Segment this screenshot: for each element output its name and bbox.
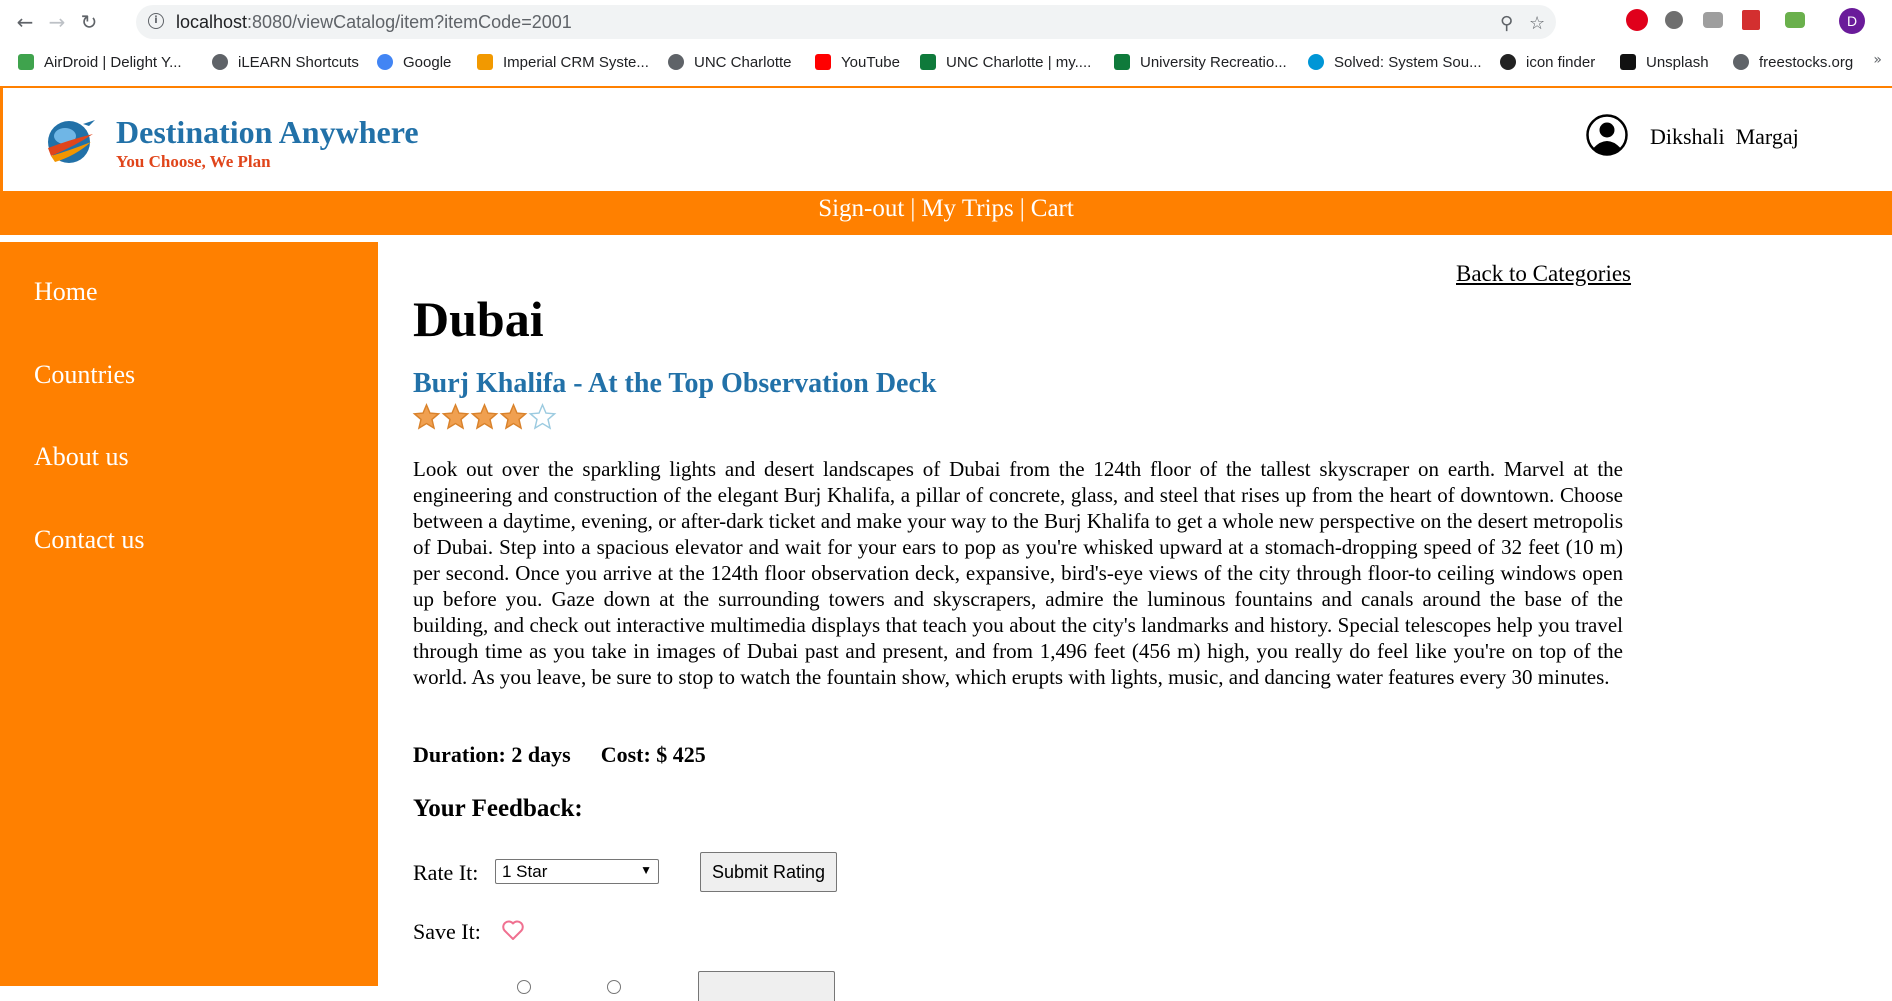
globe-icon	[668, 54, 684, 70]
crm-icon	[477, 54, 493, 70]
address-bar-url[interactable]: localhost:8080/viewCatalog/item?itemCode…	[176, 12, 572, 33]
globe-icon	[1733, 54, 1749, 70]
rating-select[interactable]: 1 Star ▼	[495, 859, 659, 884]
camera-icon	[1620, 54, 1636, 70]
pdf-extension-icon[interactable]	[1742, 10, 1760, 30]
sidebar-item-countries[interactable]: Countries	[34, 360, 135, 390]
hp-icon	[1308, 54, 1324, 70]
zoom-icon[interactable]: ⚲	[1500, 13, 1513, 34]
user-avatar-icon[interactable]	[1586, 114, 1628, 156]
extension-check-icon[interactable]	[1785, 12, 1805, 28]
bookmark-unc-my[interactable]: UNC Charlotte | my....	[920, 52, 1091, 72]
rating-select-value: 1 Star	[502, 862, 548, 881]
bookmark-label: AirDroid | Delight Y...	[44, 53, 182, 71]
rating-stars	[412, 402, 557, 432]
address-bar[interactable]: i localhost:8080/viewCatalog/item?itemCo…	[136, 5, 1556, 39]
bookmarks-bar: AirDroid | Delight Y... iLEARN Shortcuts…	[0, 46, 1892, 78]
bookmark-label: iLEARN Shortcuts	[238, 53, 359, 71]
bookmark-google[interactable]: Google	[377, 52, 451, 72]
sidebar-item-contact-us[interactable]: Contact us	[34, 525, 145, 555]
reload-icon[interactable]: ↻	[76, 9, 102, 35]
globe-logo-icon	[48, 120, 95, 163]
submit-rating-button[interactable]: Submit Rating	[700, 852, 837, 892]
rate-label: Rate It:	[413, 860, 479, 885]
unc-icon	[920, 54, 936, 70]
bookmark-crm[interactable]: Imperial CRM Syste...	[477, 52, 649, 72]
iconfinder-icon	[1500, 54, 1516, 70]
bookmark-label: Imperial CRM Syste...	[503, 53, 649, 71]
airdroid-icon	[18, 54, 34, 70]
site-header: Destination Anywhere You Choose, We Plan…	[0, 88, 1892, 191]
sidebar: Home Countries About us Contact us	[0, 242, 378, 986]
star-filled-icon	[441, 403, 470, 430]
profile-avatar[interactable]: D	[1839, 8, 1865, 34]
globe-icon	[212, 54, 228, 70]
opera-extension-icon[interactable]	[1626, 9, 1648, 31]
browser-chrome: ← → ↻ i localhost:8080/viewCatalog/item?…	[0, 0, 1892, 87]
bookmark-label: icon finder	[1526, 53, 1596, 71]
extension-circle-icon[interactable]	[1665, 11, 1683, 29]
bookmark-label: freestocks.org	[1759, 53, 1854, 71]
user-name: Dikshali Margaj	[1650, 124, 1799, 150]
dropdown-arrow-icon: ▼	[640, 863, 652, 877]
cart-link[interactable]: Cart	[1031, 195, 1074, 222]
unc-icon	[1114, 54, 1130, 70]
top-nav-bar: Sign-out | My Trips | Cart	[0, 191, 1892, 235]
forward-arrow-icon[interactable]: →	[44, 9, 70, 35]
signout-link[interactable]: Sign-out	[818, 195, 904, 222]
heart-icon[interactable]	[501, 919, 525, 941]
bookmark-unc-charlotte[interactable]: UNC Charlotte	[668, 52, 792, 72]
bookmark-label: University Recreatio...	[1140, 53, 1287, 71]
back-to-categories-link[interactable]: Back to Categories	[1456, 261, 1631, 287]
save-label: Save It:	[413, 919, 481, 944]
sidebar-item-about-us[interactable]: About us	[34, 442, 129, 472]
url-path: :8080/viewCatalog/item?itemCode=2001	[247, 12, 572, 32]
sidebar-item-home[interactable]: Home	[34, 277, 98, 307]
star-filled-icon	[412, 403, 441, 430]
bookmark-icon-finder[interactable]: icon finder	[1500, 52, 1595, 72]
bookmark-label: UNC Charlotte	[694, 53, 792, 71]
bookmark-airdroid[interactable]: AirDroid | Delight Y...	[18, 52, 182, 72]
star-empty-icon	[528, 403, 557, 430]
item-meta: Duration: 2 days Cost: $ 425	[413, 742, 706, 768]
visited-radio-no[interactable]	[607, 980, 621, 994]
bookmark-label: Unsplash	[1646, 53, 1709, 71]
brand-tagline: You Choose, We Plan	[116, 152, 271, 171]
nav-separator: |	[1019, 195, 1025, 222]
bookmark-hp-solved[interactable]: Solved: System Sou...	[1308, 52, 1482, 72]
brand-title[interactable]: Destination Anywhere	[116, 114, 419, 151]
bookmark-ilearn[interactable]: iLEARN Shortcuts	[212, 52, 359, 72]
user-first-name: Dikshali	[1650, 124, 1725, 149]
bookmark-label: Solved: System Sou...	[1334, 53, 1482, 71]
my-trips-link[interactable]: My Trips	[921, 195, 1013, 222]
visited-radio-yes[interactable]	[517, 980, 531, 994]
nav-separator: |	[910, 195, 916, 222]
visited-submit-button[interactable]	[698, 971, 835, 1001]
google-icon	[377, 54, 393, 70]
duration-text: Duration: 2 days	[413, 742, 571, 767]
star-filled-icon	[470, 403, 499, 430]
feedback-heading: Your Feedback:	[413, 795, 583, 822]
main-content: Back to Categories Dubai Burj Khalifa - …	[378, 242, 1892, 1001]
camera-extension-icon[interactable]	[1703, 12, 1723, 28]
item-description: Look out over the sparkling lights and d…	[413, 457, 1623, 689]
bookmark-star-icon[interactable]: ☆	[1529, 13, 1545, 34]
bookmarks-more-icon[interactable]: »	[1873, 52, 1882, 68]
bookmark-label: Google	[403, 53, 452, 71]
info-icon[interactable]: i	[148, 13, 164, 29]
item-title: Burj Khalifa - At the Top Observation De…	[413, 368, 937, 399]
bookmark-freestocks[interactable]: freestocks.org	[1733, 52, 1853, 72]
youtube-icon	[815, 54, 831, 70]
page-title: Dubai	[413, 291, 544, 347]
bookmark-label: UNC Charlotte | my....	[946, 53, 1092, 71]
star-filled-icon	[499, 403, 528, 430]
bookmark-label: YouTube	[841, 53, 900, 71]
cost-text: Cost: $ 425	[600, 742, 706, 767]
bookmark-youtube[interactable]: YouTube	[815, 52, 900, 72]
url-host: localhost	[176, 12, 248, 32]
bookmark-unsplash[interactable]: Unsplash	[1620, 52, 1709, 72]
bookmark-university-recreation[interactable]: University Recreatio...	[1114, 52, 1287, 72]
back-arrow-icon[interactable]: ←	[12, 9, 38, 35]
user-last-name: Margaj	[1735, 124, 1799, 149]
